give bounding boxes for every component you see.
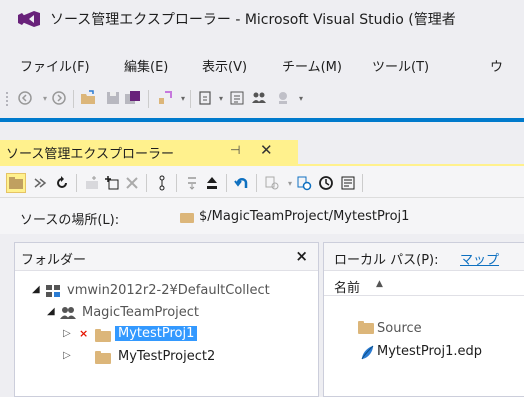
properties-icon[interactable] (338, 173, 358, 193)
refresh-icon[interactable] (52, 173, 72, 193)
toolbar-separator (190, 90, 191, 108)
toolbar-separator (148, 90, 149, 108)
toolbar-separator (146, 174, 147, 192)
toolbar-separator (256, 174, 257, 192)
source-location-label: ソースの場所(L): (20, 213, 120, 228)
toolbar-grip[interactable] (5, 91, 9, 107)
column-header-name[interactable]: 名前 ▲ (324, 272, 524, 296)
local-path-header: ローカル パス(P): マップ (324, 243, 524, 271)
save-all-icon[interactable] (124, 89, 142, 107)
menu-file[interactable]: ファイル(F) (20, 56, 90, 75)
view-history-icon[interactable] (294, 173, 314, 193)
map-workspace-icon[interactable] (30, 173, 50, 193)
pending-changes-icon[interactable] (182, 173, 202, 193)
edp-file-icon (361, 345, 374, 360)
team-project-icon (60, 307, 76, 319)
folders-toggle-icon[interactable] (6, 173, 26, 193)
team-explorer-icon[interactable] (250, 89, 268, 107)
not-mapped-icon: × (79, 327, 89, 340)
tree-item-project[interactable]: ◢ MagicTeamProject (15, 302, 318, 324)
expanded-arrow-icon[interactable]: ◢ (32, 284, 40, 295)
team-collection-icon (46, 285, 60, 297)
new-folder-icon[interactable] (82, 173, 102, 193)
folder-icon (180, 213, 194, 223)
tree-item-label-selected: MytestProj1 (115, 326, 198, 341)
forward-icon[interactable] (50, 89, 68, 107)
solution-explorer-icon[interactable] (228, 89, 246, 107)
tree-item-collection[interactable]: ◢ vmwin2012r2-2¥DefaultCollect (15, 280, 318, 302)
main-toolbar: ▾ ▾ ▾ ▾ (0, 86, 524, 112)
connect-icon[interactable] (274, 89, 292, 107)
tree-item-label: MyTestProject2 (118, 349, 216, 364)
map-link[interactable]: マップ (460, 249, 499, 268)
toolbar-overflow-icon[interactable]: ▾ (292, 89, 310, 107)
menu-edit[interactable]: 編集(E) (124, 56, 168, 75)
local-path-label: ローカル パス(P): (334, 253, 439, 268)
close-tab-icon[interactable]: ✕ (260, 141, 273, 159)
visual-studio-logo-icon (18, 11, 40, 27)
window-title: ソース管理エクスプローラー - Microsoft Visual Studio … (50, 12, 456, 28)
folders-title: フォルダー (21, 253, 87, 268)
source-control-toolbar: ▾ (0, 166, 524, 198)
add-items-icon[interactable] (102, 173, 122, 193)
branch-icon[interactable] (152, 173, 172, 193)
open-folder-icon[interactable] (80, 89, 98, 107)
toolbar-separator (176, 174, 177, 192)
tab-label: ソース管理エクスプローラー (6, 147, 174, 162)
toolbar-separator (76, 174, 77, 192)
menu-window[interactable]: ウ (490, 56, 503, 75)
menu-tools[interactable]: ツール(T) (372, 56, 429, 75)
back-icon[interactable] (16, 89, 34, 107)
folder-icon (358, 321, 374, 334)
save-icon[interactable] (104, 89, 122, 107)
tree-item-label: MagicTeamProject (82, 305, 200, 320)
toolbar-separator (362, 174, 363, 192)
toolbar-separator (73, 90, 74, 108)
file-name: MytestProj1.edp (377, 344, 483, 359)
file-name: Source (377, 321, 422, 336)
sort-ascending-icon: ▲ (376, 279, 383, 289)
delete-icon[interactable] (122, 173, 142, 193)
source-location-path[interactable]: $/MagicTeamProject/MytestProj1 (199, 209, 409, 224)
collapsed-arrow-icon[interactable]: ▷ (63, 328, 71, 339)
close-folders-icon[interactable]: × (295, 247, 308, 265)
folders-header: フォルダー × (15, 243, 318, 271)
tab-strip-top (0, 118, 524, 122)
folder-icon (95, 329, 111, 342)
folder-icon (95, 351, 111, 364)
menu-bar: ファイル(F) 編集(E) 表示(V) チーム(M) ツール(T) ウ (0, 56, 524, 80)
file-row[interactable]: MytestProj1.edp (324, 341, 524, 363)
location-bar: ソースの場所(L): $/MagicTeamProject/MytestProj… (0, 198, 524, 234)
file-row[interactable]: Source (324, 318, 524, 340)
pin-icon[interactable]: ⊣ (230, 143, 240, 157)
tree-item-mytestproject2[interactable]: ▷ MyTestProject2 (15, 346, 318, 368)
collapsed-arrow-icon[interactable]: ▷ (63, 350, 71, 361)
tree-item-label: vmwin2012r2-2¥DefaultCollect (67, 283, 270, 298)
folders-pane: フォルダー × ◢ vmwin2012r2-2¥DefaultCollect ◢… (14, 242, 319, 397)
expanded-arrow-icon[interactable]: ◢ (47, 306, 55, 317)
undo-icon[interactable] (232, 173, 252, 193)
history-icon[interactable] (316, 173, 336, 193)
compare-icon[interactable] (262, 173, 282, 193)
tab-source-control-explorer[interactable]: ソース管理エクスプローラー ⊣ ✕ (0, 140, 298, 164)
checkin-icon[interactable] (202, 173, 222, 193)
title-bar: ソース管理エクスプローラー - Microsoft Visual Studio … (0, 0, 524, 34)
find-icon[interactable] (156, 89, 174, 107)
tree-item-mytestproj1[interactable]: ▷ × MytestProj1 (15, 324, 318, 346)
files-pane: ローカル パス(P): マップ 名前 ▲ Source MytestProj1.… (323, 242, 524, 397)
column-name-label: 名前 (334, 281, 361, 296)
toolbar-separator (226, 174, 227, 192)
menu-view[interactable]: 表示(V) (202, 56, 247, 75)
menu-team[interactable]: チーム(M) (282, 56, 342, 75)
